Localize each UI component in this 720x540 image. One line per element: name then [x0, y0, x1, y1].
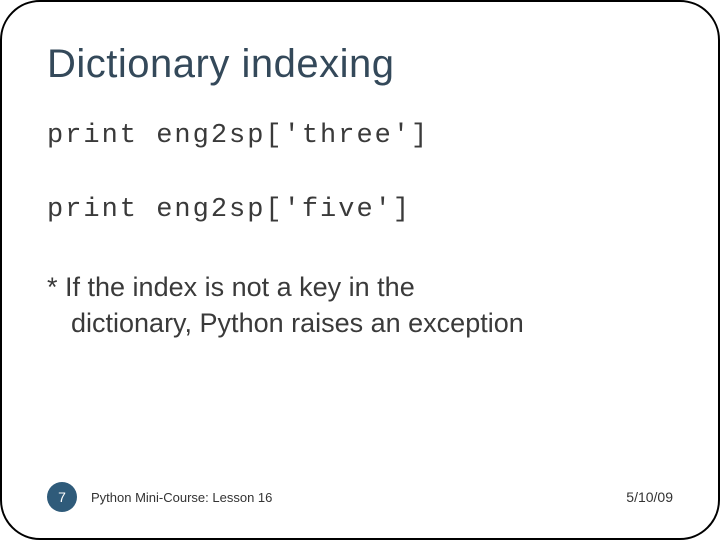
course-label: Python Mini-Course: Lesson 16 [91, 490, 626, 505]
note-line-2: dictionary, Python raises an exception [47, 305, 673, 341]
slide-title: Dictionary indexing [47, 42, 673, 87]
note-text: * If the index is not a key in the dicti… [47, 269, 673, 342]
footer: 7 Python Mini-Course: Lesson 16 5/10/09 [2, 482, 718, 512]
page-number: 7 [58, 489, 66, 505]
page-number-badge: 7 [47, 482, 77, 512]
slide-frame: Dictionary indexing print eng2sp['three'… [0, 0, 720, 540]
note-line-1: * If the index is not a key in the [47, 272, 415, 302]
code-line-2: print eng2sp['five'] [47, 195, 673, 225]
date-label: 5/10/09 [626, 489, 673, 505]
code-line-1: print eng2sp['three'] [47, 121, 673, 151]
